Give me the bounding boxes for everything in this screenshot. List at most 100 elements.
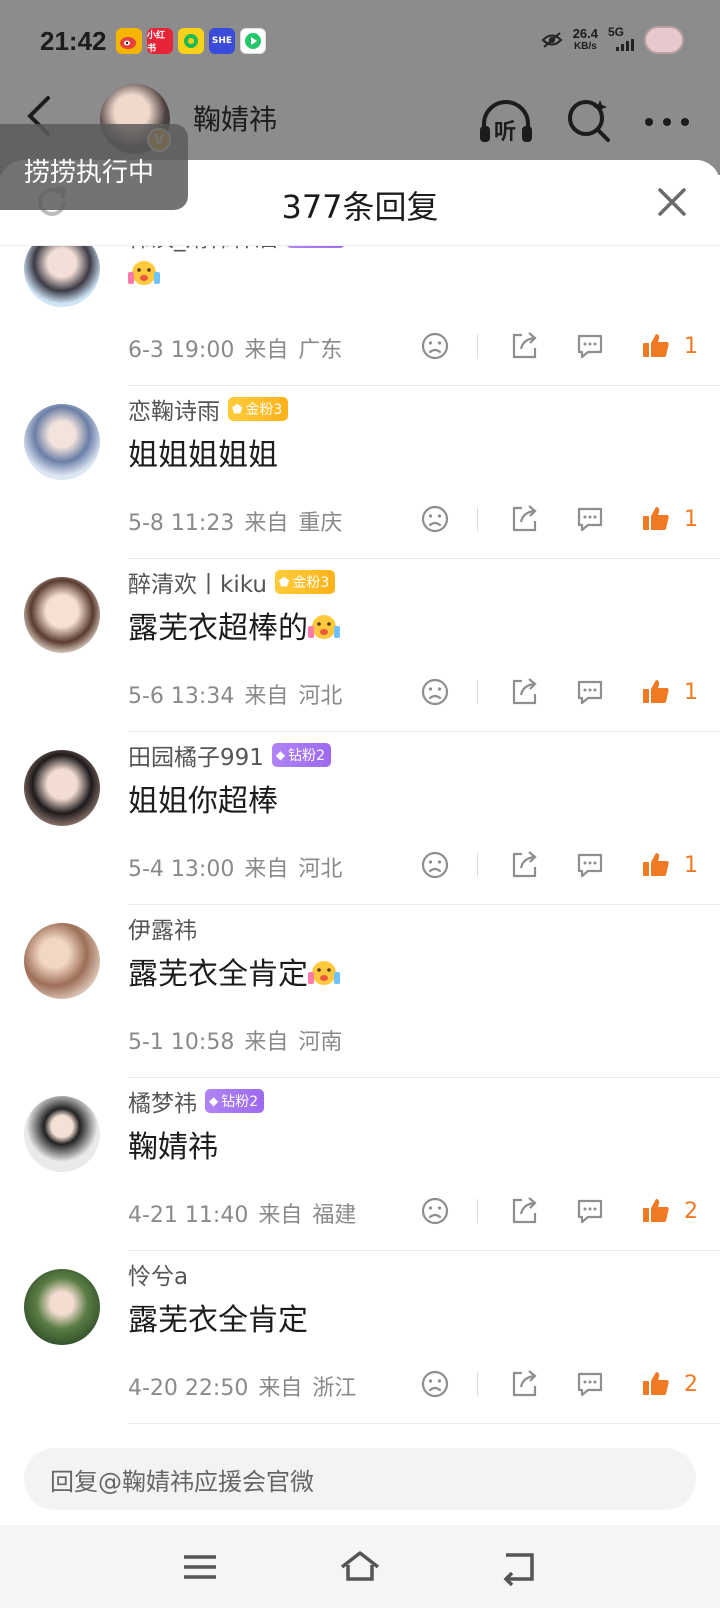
username[interactable]: 田园橘子991 <box>128 738 264 772</box>
username[interactable]: 怜兮a <box>128 1257 188 1291</box>
comment-button[interactable] <box>570 501 610 537</box>
replies-sheet: 377条回复 祎汉_婧祎杯酒◆钻粉26-3 19:00来自广东1恋鞠诗雨⬟金粉3… <box>0 160 720 1525</box>
comment-text: 鞠婧祎 <box>128 1122 218 1166</box>
network-label: 5G <box>608 25 625 39</box>
like-button[interactable] <box>636 1193 676 1229</box>
action-divider <box>477 334 478 358</box>
reply-placeholder: 回复@鞠婧祎应援会官微 <box>50 1468 314 1496</box>
share-button[interactable] <box>504 1193 544 1229</box>
thumbs-up-icon <box>643 507 669 530</box>
comment-location: 河北 <box>298 857 343 882</box>
action-divider <box>477 1199 478 1223</box>
username-row: 橘梦祎 ◆ 钻粉2 <box>128 1084 265 1118</box>
username[interactable]: 橘梦祎 <box>128 1084 197 1118</box>
avatar[interactable] <box>24 1096 100 1172</box>
listen-label: 听 <box>494 120 517 145</box>
fan-badge: ◆钻粉2 <box>205 1089 265 1113</box>
comment-button[interactable] <box>570 328 610 364</box>
dislike-icon <box>421 678 449 706</box>
qqmusic-icon <box>178 28 204 54</box>
username[interactable]: 恋鞠诗雨 <box>128 392 220 426</box>
comment-location: 浙江 <box>312 1376 357 1401</box>
like-count: 1 <box>684 333 698 359</box>
comment-actions: 2 <box>415 1366 698 1402</box>
like-count: 2 <box>684 1371 698 1397</box>
dislike-button[interactable] <box>415 1193 455 1229</box>
username[interactable]: 醉清欢丨kiku <box>128 565 267 599</box>
share-button[interactable] <box>504 501 544 537</box>
battery-icon <box>644 26 684 54</box>
comment-text: 姐姐姐姐姐 <box>128 430 278 474</box>
dislike-button[interactable] <box>415 328 455 364</box>
like-count: 1 <box>684 852 698 878</box>
comment-icon <box>577 1199 603 1224</box>
avatar[interactable] <box>24 750 100 826</box>
like-count: 1 <box>684 506 698 532</box>
comment-location: 重庆 <box>298 511 343 536</box>
comment-button[interactable] <box>570 1193 610 1229</box>
like-button[interactable] <box>636 674 676 710</box>
thumbs-up-icon <box>643 334 669 357</box>
share-button[interactable] <box>504 1366 544 1402</box>
dislike-button[interactable] <box>415 674 455 710</box>
comment-icon <box>577 334 603 359</box>
avatar[interactable] <box>24 923 100 999</box>
search-icon <box>568 100 610 142</box>
xiaohongshu-label: 小红书 <box>147 31 166 54</box>
username-row: 醉清欢丨kiku ⬟ 金粉3 <box>128 565 336 599</box>
dislike-button[interactable] <box>415 847 455 883</box>
like-button[interactable] <box>636 501 676 537</box>
reply-input[interactable]: 回复@鞠婧祎应援会官微 <box>24 1448 696 1510</box>
like-button[interactable] <box>636 847 676 883</box>
thumbs-up-icon <box>643 853 669 876</box>
back-nav-button[interactable] <box>498 1545 542 1589</box>
action-divider <box>477 1372 478 1396</box>
close-button[interactable] <box>656 186 688 222</box>
avatar[interactable] <box>24 404 100 480</box>
fan-badge-label: 钻粉2 <box>221 1094 259 1110</box>
comment-meta: 5-1 10:58 来自 河南 <box>128 1024 342 1056</box>
dislike-button[interactable] <box>415 501 455 537</box>
profile-name[interactable]: 鞠婧祎 <box>193 98 277 138</box>
comment-item: 伊露祎露芜衣全肯定 5-1 10:58 来自 河南 <box>0 905 720 1078</box>
comment-location: 广东 <box>298 338 343 363</box>
status-time: 21:42 <box>40 26 107 56</box>
like-button[interactable] <box>636 1366 676 1402</box>
username[interactable]: 伊露祎 <box>128 911 197 945</box>
comment-text: 姐姐你超棒 <box>128 776 278 820</box>
comment-date: 6-3 19:00 <box>128 338 235 363</box>
listen-button[interactable]: 听 <box>478 98 534 146</box>
home-button[interactable] <box>338 1545 382 1589</box>
menu-button[interactable] <box>178 1545 222 1589</box>
emoji-icon <box>308 961 340 985</box>
more-button[interactable] <box>644 113 690 132</box>
share-button[interactable] <box>504 328 544 364</box>
net-speed-unit: KB/s <box>573 41 597 52</box>
share-button[interactable] <box>504 674 544 710</box>
search-button[interactable] <box>566 96 612 148</box>
dislike-button[interactable] <box>415 1366 455 1402</box>
like-button[interactable] <box>636 328 676 364</box>
comment-item: 怜兮a 露芜衣全肯定 4-20 22:50 来自 浙江 2 <box>0 1251 720 1424</box>
comment-item: 恋鞠诗雨 ⬟ 金粉3 姐姐姐姐姐 5-8 11:23 来自 重庆 1 <box>0 386 720 559</box>
comment-from: 来自 <box>258 1376 303 1401</box>
comment-button[interactable] <box>570 674 610 710</box>
comment-from: 来自 <box>244 857 289 882</box>
comment-meta: 4-21 11:40 来自 福建 <box>128 1197 356 1229</box>
comment-date: 5-6 13:34 <box>128 684 235 709</box>
share-button[interactable] <box>504 847 544 883</box>
comment-text-value: 露芜衣全肯定 <box>128 957 308 992</box>
avatar[interactable] <box>24 577 100 653</box>
video-icon <box>240 28 266 54</box>
comment-button[interactable] <box>570 1366 610 1402</box>
gold-icon: ⬟ <box>278 575 290 589</box>
notification-icons: 小红书 SHE <box>116 28 266 54</box>
return-icon <box>503 1553 534 1587</box>
avatar[interactable] <box>24 1269 100 1345</box>
signal-icon <box>616 39 634 51</box>
header-actions: 听 <box>478 96 690 148</box>
comment-item: 田园橘子991 ◆ 钻粉2 姐姐你超棒 5-4 13:00 来自 河北 1 <box>0 732 720 905</box>
comment-meta: 5-8 11:23 来自 重庆 <box>128 505 342 537</box>
comment-button[interactable] <box>570 847 610 883</box>
status-bar: 21:42 小红书 SHE 26.4 KB/s 5G <box>0 20 720 66</box>
